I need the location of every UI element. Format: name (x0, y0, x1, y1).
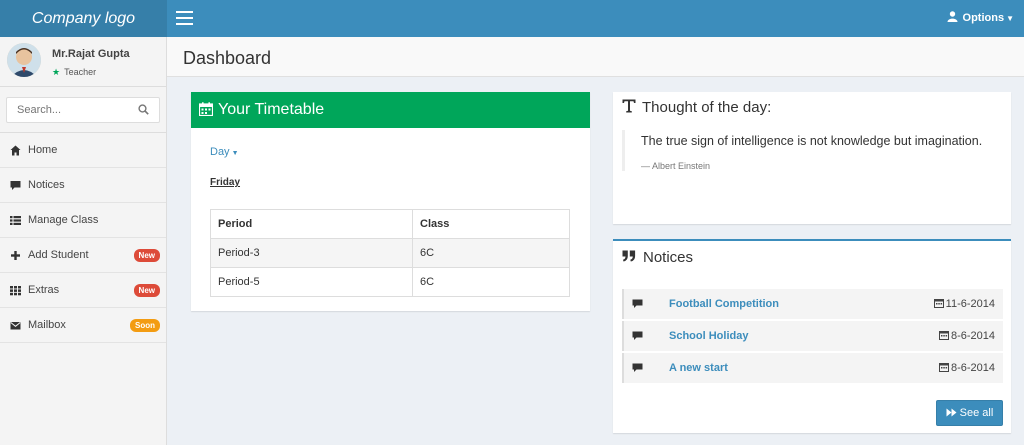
grid-icon (10, 286, 21, 296)
sidebar-item-extras[interactable]: Extras New (0, 273, 166, 308)
sidebar-item-mailbox[interactable]: Mailbox Soon (0, 308, 166, 343)
quote-author: — Albert Einstein (641, 161, 711, 171)
comment-icon (632, 363, 643, 372)
sidebar-item-label: Extras (28, 284, 60, 296)
search-input[interactable] (7, 98, 127, 122)
user-panel: Mr.Rajat Gupta ★ Teacher (0, 37, 166, 86)
new-badge: New (133, 284, 160, 297)
comment-icon (10, 181, 21, 190)
user-role: ★ Teacher (52, 67, 96, 78)
timetable-table: Period Class Period-3 6C Period-5 6C (210, 209, 570, 297)
content-header: Dashboard (167, 37, 1024, 77)
notice-date-text: 8-6-2014 (950, 330, 995, 342)
sidebar-item-notices[interactable]: Notices (0, 168, 166, 203)
caret-down-icon: ▼ (231, 150, 239, 157)
list-icon (10, 216, 21, 225)
timetable-header: Your Timetable (191, 92, 590, 128)
day-dropdown-label: Day (210, 146, 230, 158)
notice-date: 8-6-2014 (938, 330, 995, 342)
notice-item[interactable]: School Holiday 8-6-2014 (622, 321, 1003, 351)
text-icon (622, 99, 636, 113)
calendar-icon (938, 363, 949, 372)
notice-date: 11-6-2014 (933, 298, 995, 310)
plus-icon (11, 251, 20, 260)
sidebar-item-label: Notices (28, 179, 65, 191)
options-label: Options (962, 12, 1005, 24)
sidebar-item-manage-class[interactable]: Manage Class (0, 203, 166, 238)
sidebar-item-home[interactable]: Home (0, 133, 166, 168)
user-name: Mr.Rajat Gupta (52, 48, 130, 60)
notices-title-text: Notices (643, 249, 694, 266)
envelope-icon (10, 322, 21, 330)
column-header: Period (210, 209, 413, 239)
quote-text: The true sign of intelligence is not kno… (641, 134, 983, 148)
home-icon (10, 145, 21, 156)
avatar (7, 43, 41, 77)
sidebar-item-add-student[interactable]: Add Student New (0, 238, 166, 273)
new-badge: New (133, 249, 160, 262)
calendar-icon (933, 299, 944, 308)
thought-title: Thought of the day: (622, 99, 771, 116)
notice-title[interactable]: A new start (669, 362, 728, 374)
search-icon[interactable] (138, 104, 149, 115)
comment-icon (632, 299, 643, 308)
timetable-box: Your Timetable Day ▼ Friday Period Class … (191, 92, 590, 311)
sidebar-item-label: Manage Class (28, 214, 99, 226)
table-row: Period-5 6C (210, 267, 570, 297)
day-dropdown[interactable]: Day ▼ (210, 146, 239, 158)
notice-title[interactable]: Football Competition (669, 298, 779, 310)
timetable-title: Your Timetable (218, 101, 325, 118)
notices-title: Notices (622, 249, 693, 266)
table-cell: 6C (412, 238, 570, 268)
sidebar-search (0, 86, 166, 133)
star-icon: ★ (52, 67, 61, 77)
calendar-icon (938, 331, 949, 340)
table-header-row: Period Class (210, 209, 570, 239)
company-logo[interactable]: Company logo (0, 0, 167, 37)
sidebar-item-label: Mailbox (28, 319, 66, 331)
sidebar-item-label: Add Student (28, 249, 89, 261)
table-cell: Period-5 (210, 267, 413, 297)
notices-box: Notices Football Competition 11-6-2014 S… (613, 239, 1011, 433)
options-menu-button[interactable]: Options ▼ (947, 0, 1014, 37)
fast-forward-icon (946, 408, 957, 417)
see-all-label: See all (959, 407, 994, 419)
soon-badge: Soon (130, 319, 160, 332)
thought-title-text: Thought of the day: (642, 99, 772, 116)
table-cell: 6C (412, 267, 570, 297)
notice-title[interactable]: School Holiday (669, 330, 748, 342)
table-row: Period-3 6C (210, 238, 570, 268)
notice-date-text: 8-6-2014 (950, 362, 995, 374)
thought-box: Thought of the day: The true sign of int… (613, 92, 1011, 224)
calendar-icon (198, 102, 214, 117)
notice-date-text: 11-6-2014 (945, 298, 995, 310)
caret-down-icon: ▼ (1006, 14, 1014, 23)
comment-icon (632, 331, 643, 340)
main-content: Dashboard Your Timetable Day ▼ Friday Per… (167, 37, 1024, 445)
selected-day: Friday (210, 177, 241, 188)
top-navbar: Company logo Options ▼ (0, 0, 1024, 37)
column-header: Class (412, 209, 570, 239)
notice-item[interactable]: Football Competition 11-6-2014 (622, 289, 1003, 319)
user-icon (947, 11, 958, 22)
notice-date: 8-6-2014 (938, 362, 995, 374)
quote-block: The true sign of intelligence is not kno… (622, 130, 1000, 171)
page-title: Dashboard (183, 48, 272, 68)
table-cell: Period-3 (210, 238, 413, 268)
sidebar-item-label: Home (28, 144, 58, 156)
see-all-button[interactable]: See all (936, 400, 1003, 426)
sidebar-toggle-icon[interactable] (176, 11, 193, 25)
notice-item[interactable]: A new start 8-6-2014 (622, 353, 1003, 383)
search-box (6, 97, 160, 123)
quote-icon (622, 250, 636, 262)
sidebar: Mr.Rajat Gupta ★Teacher Home Notices Man… (0, 37, 167, 445)
user-role-label: Teacher (64, 67, 97, 77)
